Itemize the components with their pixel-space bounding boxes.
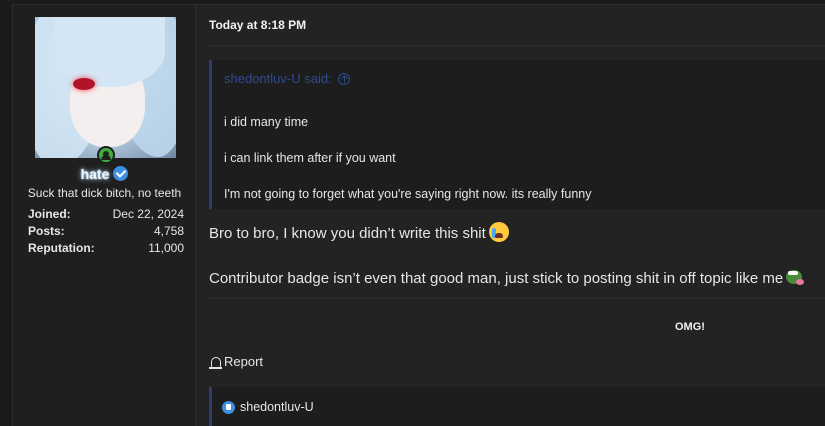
post-text: Contributor badge isn’t even that good m… [209, 270, 784, 287]
stat-row-posts: Posts: 4,758 [28, 224, 184, 241]
username-link[interactable]: hate [81, 166, 110, 182]
username-row: hate [13, 166, 196, 182]
user-stats: Joined: Dec 22, 2024 Posts: 4,758 Reputa… [28, 207, 184, 258]
report-label: Report [224, 354, 264, 369]
arrow-up-circle-icon[interactable] [337, 73, 350, 85]
message-post: hate Suck that dick bitch, no teeth Join… [12, 4, 825, 426]
quote-line: i did many time [224, 115, 309, 129]
post-body-line: Bro to bro, I know you didn’t write this… [209, 222, 509, 242]
loudly-crying-face-icon [488, 222, 509, 242]
post-text: Bro to bro, I know you didn’t write this… [209, 225, 486, 242]
pepe-tongue [796, 279, 805, 285]
report-button[interactable]: Report [209, 354, 264, 369]
stat-value: 11,000 [148, 241, 184, 255]
quote-author[interactable]: shedontluv-U said: [224, 71, 350, 86]
user-title: Suck that dick bitch, no teeth [27, 186, 182, 200]
verified-badge-icon [113, 166, 129, 181]
quote-line: I'm not going to forget what you're sayi… [224, 187, 592, 201]
stat-row-reputation: Reputation: 11,000 [28, 241, 184, 258]
like-icon [222, 400, 235, 414]
stat-label: Posts: [28, 224, 65, 238]
pepe-eyes [788, 271, 799, 275]
post-timestamp[interactable]: Today at 8:18 PM [209, 18, 306, 32]
signature-divider [209, 298, 825, 299]
reactions-bar[interactable]: shedontluv-U [209, 387, 825, 426]
quote-line: i can link them after if you want [224, 151, 396, 165]
bell-icon [209, 356, 222, 369]
signature-text: OMG! [675, 321, 705, 333]
user-online-icon [97, 146, 115, 164]
avatar-eye [73, 78, 95, 90]
stat-label: Joined: [28, 207, 71, 221]
quote-block: shedontluv-U said: i did many time i can… [209, 60, 825, 209]
avatar[interactable] [35, 17, 176, 158]
post-body-line: Contributor badge isn’t even that good m… [209, 267, 805, 287]
avatar-fringe [55, 17, 165, 87]
user-sidebar: hate Suck that dick bitch, no teeth Join… [13, 5, 196, 426]
stat-row-joined: Joined: Dec 22, 2024 [28, 207, 184, 224]
divider [209, 45, 825, 46]
stat-label: Reputation: [28, 241, 95, 255]
pepe-frog-icon [785, 267, 805, 287]
stat-value: 4,758 [153, 224, 184, 238]
liked-by-user[interactable]: shedontluv-U [240, 400, 314, 414]
quote-author-label[interactable]: shedontluv-U said: [224, 71, 332, 86]
stat-value: Dec 22, 2024 [112, 207, 184, 221]
